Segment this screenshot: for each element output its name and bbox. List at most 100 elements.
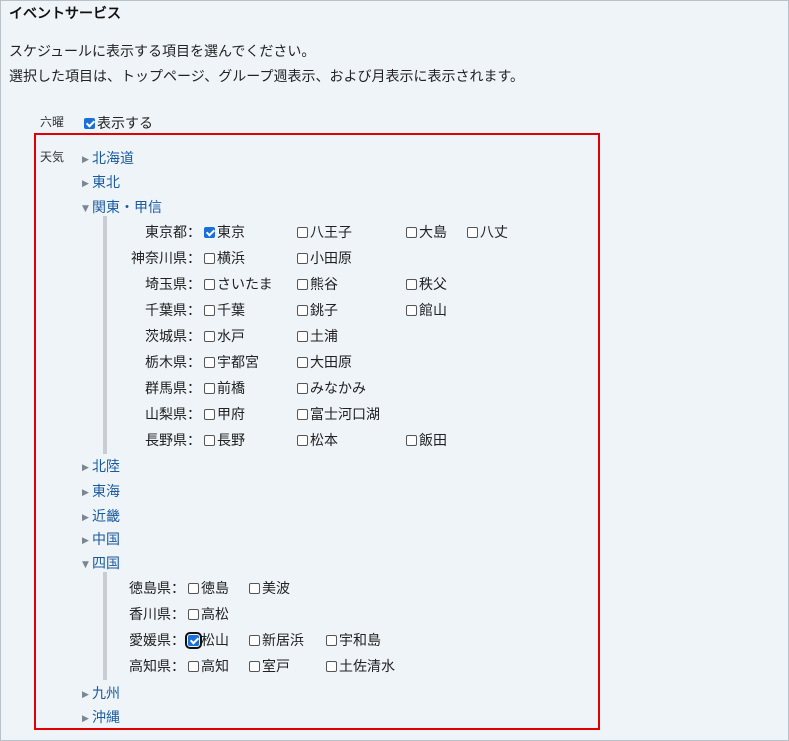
triangle-right-icon[interactable]: ▶ <box>82 690 92 700</box>
region-0[interactable]: ▶ 北海道 <box>82 148 134 168</box>
city-checkbox[interactable]: 宇和島 <box>326 630 381 650</box>
region-8[interactable]: ▶ 九州 <box>82 683 120 703</box>
city-checkbox[interactable]: 水戸 <box>204 326 245 346</box>
city-label: 土佐清水 <box>339 659 395 675</box>
checkbox-icon[interactable] <box>185 632 202 649</box>
checkbox-icon[interactable] <box>204 383 215 394</box>
checkbox-icon[interactable] <box>204 435 215 446</box>
checkbox-icon[interactable] <box>204 331 215 342</box>
region-6[interactable]: ▶ 中国 <box>82 529 120 549</box>
region-4[interactable]: ▶ 東海 <box>82 481 120 501</box>
checkbox-icon[interactable] <box>406 279 417 290</box>
city-checkbox[interactable]: 東京 <box>204 222 245 242</box>
checkbox-icon[interactable] <box>204 227 215 238</box>
city-checkbox[interactable]: 銚子 <box>297 300 338 320</box>
city-checkbox[interactable]: 土佐清水 <box>326 656 395 676</box>
city-checkbox[interactable]: 松本 <box>297 430 338 450</box>
region-label[interactable]: 中国 <box>92 532 120 548</box>
city-checkbox[interactable]: 新居浜 <box>249 630 304 650</box>
region-label[interactable]: 北海道 <box>92 151 134 167</box>
city-checkbox[interactable]: 高知 <box>188 656 229 676</box>
city-checkbox[interactable]: 大島 <box>406 222 447 242</box>
city-checkbox[interactable]: みなかみ <box>297 378 366 398</box>
city-checkbox[interactable]: 美波 <box>249 578 290 598</box>
city-label: 徳島 <box>201 581 229 597</box>
city-label: 銚子 <box>310 303 338 319</box>
city-checkbox[interactable]: 宇都宮 <box>204 352 259 372</box>
checkbox-icon[interactable] <box>204 409 215 420</box>
city-checkbox[interactable]: さいたま <box>204 274 273 294</box>
city-checkbox[interactable]: 秩父 <box>406 274 447 294</box>
checkbox-icon[interactable] <box>406 227 417 238</box>
checkbox-icon[interactable] <box>297 357 308 368</box>
region-9[interactable]: ▶ 沖縄 <box>82 707 120 727</box>
rokuyo-checkbox[interactable]: 表示する <box>84 113 153 133</box>
region-label[interactable]: 関東・甲信 <box>92 200 162 216</box>
checkbox-icon[interactable] <box>326 661 337 672</box>
city-checkbox[interactable]: 飯田 <box>406 430 447 450</box>
region-3[interactable]: ▶ 北陸 <box>82 456 120 476</box>
triangle-down-icon[interactable]: ▼ <box>82 560 92 570</box>
city-checkbox[interactable]: 大田原 <box>297 352 352 372</box>
region-5[interactable]: ▶ 近畿 <box>82 506 120 526</box>
city-checkbox[interactable]: 土浦 <box>297 326 338 346</box>
city-checkbox[interactable]: 室戸 <box>249 656 290 676</box>
checkbox-icon[interactable] <box>249 583 260 594</box>
city-checkbox[interactable]: 館山 <box>406 300 447 320</box>
region-2[interactable]: ▼ 関東・甲信 <box>82 197 162 217</box>
checkbox-icon[interactable] <box>297 305 308 316</box>
city-checkbox[interactable]: 松山 <box>185 630 229 650</box>
triangle-down-icon[interactable]: ▼ <box>82 204 92 214</box>
triangle-right-icon[interactable]: ▶ <box>82 714 92 724</box>
triangle-right-icon[interactable]: ▶ <box>82 463 92 473</box>
checkbox-icon[interactable] <box>297 409 308 420</box>
checkbox-icon[interactable] <box>204 357 215 368</box>
city-checkbox[interactable]: 千葉 <box>204 300 245 320</box>
city-checkbox[interactable]: 長野 <box>204 430 245 450</box>
region-label[interactable]: 東海 <box>92 484 120 500</box>
triangle-right-icon[interactable]: ▶ <box>82 513 92 523</box>
region-label[interactable]: 北陸 <box>92 459 120 475</box>
checkbox-icon[interactable] <box>297 435 308 446</box>
region-7[interactable]: ▼ 四国 <box>82 553 120 573</box>
checkbox-icon[interactable] <box>406 305 417 316</box>
city-checkbox[interactable]: 八丈 <box>467 222 508 242</box>
city-checkbox[interactable]: 高松 <box>188 604 229 624</box>
triangle-right-icon[interactable]: ▶ <box>82 488 92 498</box>
triangle-right-icon[interactable]: ▶ <box>82 155 92 165</box>
checkbox-icon[interactable] <box>204 305 215 316</box>
region-label[interactable]: 九州 <box>92 686 120 702</box>
checkbox-icon[interactable] <box>188 661 199 672</box>
region-1[interactable]: ▶ 東北 <box>82 172 120 192</box>
city-checkbox[interactable]: 甲府 <box>204 404 245 424</box>
city-checkbox[interactable]: 熊谷 <box>297 274 338 294</box>
city-checkbox[interactable]: 徳島 <box>188 578 229 598</box>
region-label[interactable]: 東北 <box>92 175 120 191</box>
triangle-right-icon[interactable]: ▶ <box>82 179 92 189</box>
checkbox-icon[interactable] <box>326 635 337 646</box>
city-checkbox[interactable]: 横浜 <box>204 248 245 268</box>
checkbox-icon[interactable] <box>467 227 478 238</box>
city-checkbox[interactable]: 富士河口湖 <box>297 404 380 424</box>
checkbox-icon[interactable] <box>406 435 417 446</box>
checkbox-icon[interactable] <box>297 279 308 290</box>
region-label[interactable]: 沖縄 <box>92 710 120 726</box>
triangle-right-icon[interactable]: ▶ <box>82 536 92 546</box>
checkbox-icon[interactable] <box>249 661 260 672</box>
city-checkbox[interactable]: 前橋 <box>204 378 245 398</box>
checkbox-icon[interactable] <box>297 253 308 264</box>
region-label[interactable]: 四国 <box>92 556 120 572</box>
city-label: 松本 <box>310 433 338 449</box>
region-label[interactable]: 近畿 <box>92 509 120 525</box>
city-checkbox[interactable]: 小田原 <box>297 248 352 268</box>
checkbox-icon[interactable] <box>84 118 95 129</box>
checkbox-icon[interactable] <box>204 279 215 290</box>
checkbox-icon[interactable] <box>188 583 199 594</box>
checkbox-icon[interactable] <box>249 635 260 646</box>
checkbox-icon[interactable] <box>297 331 308 342</box>
checkbox-icon[interactable] <box>188 609 199 620</box>
checkbox-icon[interactable] <box>204 253 215 264</box>
checkbox-icon[interactable] <box>297 383 308 394</box>
city-checkbox[interactable]: 八王子 <box>297 222 352 242</box>
checkbox-icon[interactable] <box>297 227 308 238</box>
